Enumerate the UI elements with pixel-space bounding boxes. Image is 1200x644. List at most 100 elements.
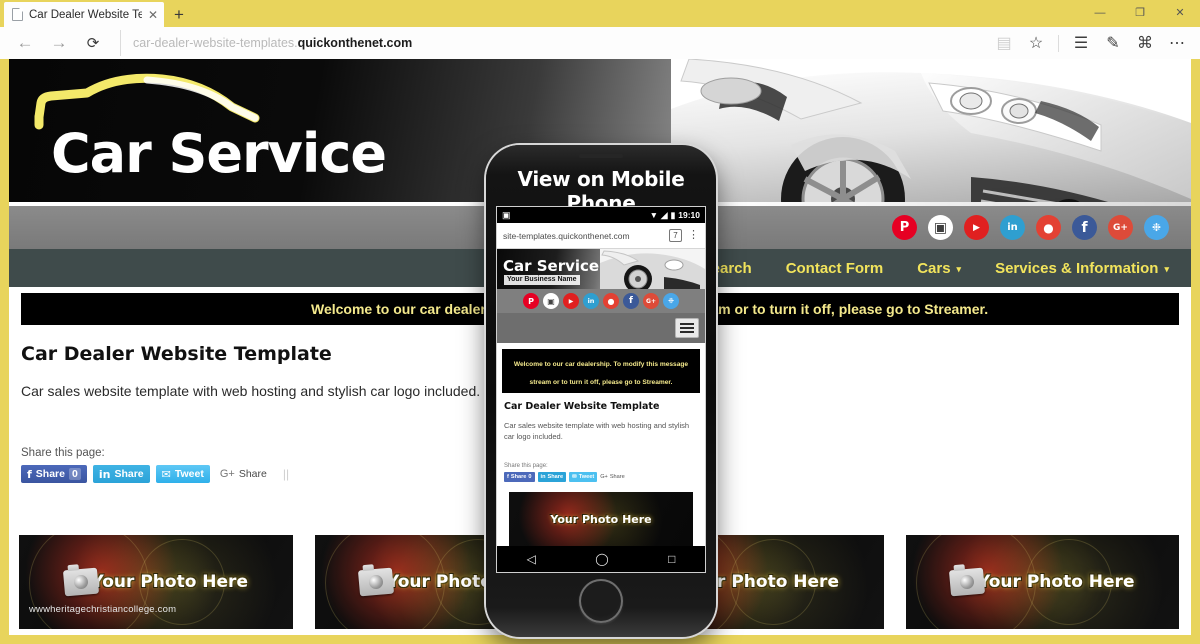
mobile-business-name: Your Business Name: [504, 275, 580, 285]
share-count: 0: [528, 473, 532, 480]
notification-icon: ▣: [502, 209, 511, 220]
back-nav-icon[interactable]: ◁: [527, 553, 536, 565]
twitter-icon: ✉: [161, 467, 171, 481]
favorites-star-icon[interactable]: ☆: [1021, 29, 1051, 57]
googleplus-icon[interactable]: G+: [643, 293, 659, 309]
nav-item-cars[interactable]: Cars ▾: [917, 260, 961, 277]
linkedin-icon[interactable]: in: [583, 293, 599, 309]
mobile-body-text: Car sales website template with web host…: [504, 421, 690, 442]
share-label: Share: [510, 473, 527, 480]
photo-tile[interactable]: Your Photo Here: [905, 535, 1179, 629]
nav-label: Cars: [917, 259, 951, 277]
home-nav-icon[interactable]: ◯: [595, 553, 608, 565]
browser-toolbar: ← → ⟳ car-dealer-website-templates. quick…: [0, 27, 1200, 59]
car-illustration-icon: [671, 59, 1191, 206]
googleplus-icon: G+: [219, 468, 235, 480]
signal-icon: ◢: [661, 209, 668, 220]
browser-window: Car Dealer Website Tem ✕ + — ❐ ✕ ← → ⟳ c…: [0, 0, 1200, 644]
facebook-icon[interactable]: f: [1072, 215, 1097, 240]
photo-tile[interactable]: Your Photo Here wwwheritagechristiancoll…: [19, 535, 293, 629]
more-options-icon[interactable]: ⋯: [1162, 29, 1192, 57]
nav-item-services-information[interactable]: Services & Information ▾: [995, 260, 1169, 277]
close-tab-icon[interactable]: ✕: [148, 9, 158, 21]
toolbar-actions: ▤ ☆ ☰ ✎ ⌘ ⋯: [989, 29, 1192, 57]
site-logo[interactable]: Car Service: [27, 73, 387, 185]
mobile-tile-label: Your Photo Here: [550, 513, 652, 526]
share-label: Share: [547, 473, 564, 480]
map-pin-icon[interactable]: ●: [603, 293, 619, 309]
camera-icon: [948, 567, 986, 597]
phone-home-button[interactable]: [579, 579, 623, 623]
twitter-tweet-button[interactable]: ✉ Tweet: [155, 465, 210, 483]
recents-nav-icon[interactable]: □: [668, 553, 675, 565]
android-status-bar: ▣ ▼ ◢ ▮ 19:10: [497, 207, 705, 223]
browser-tab[interactable]: Car Dealer Website Tem ✕: [4, 2, 164, 27]
linkedin-share-button[interactable]: in Share: [92, 465, 150, 483]
mobile-menu-bar: [497, 313, 705, 343]
page-viewport: Car Service P ▣ ▶ in ● f G+ ❉ Search Con…: [0, 59, 1200, 644]
nav-label: Contact Form: [785, 259, 884, 277]
window-controls: — ❐ ✕: [1080, 0, 1200, 27]
twitter-tweet-button[interactable]: ✉ Tweet: [569, 471, 598, 482]
youtube-icon[interactable]: ▶: [563, 293, 579, 309]
forward-button[interactable]: →: [42, 29, 76, 57]
nav-item-contact-form[interactable]: Contact Form: [786, 260, 884, 277]
share-icon[interactable]: ⌘: [1130, 29, 1160, 57]
address-bar[interactable]: car-dealer-website-templates. quickonthen…: [120, 30, 983, 56]
pinterest-icon[interactable]: P: [523, 293, 539, 309]
tab-count-badge[interactable]: 7: [669, 229, 682, 242]
phone-screen: ▣ ▼ ◢ ▮ 19:10 site-templates.quickonthen…: [496, 206, 706, 573]
new-tab-button[interactable]: +: [164, 6, 194, 27]
camera-icon: [357, 567, 395, 597]
linkedin-icon[interactable]: in: [1000, 215, 1025, 240]
mobile-address-bar[interactable]: site-templates.quickonthenet.com 7 ⋮: [497, 223, 705, 249]
restore-button[interactable]: ❐: [1120, 0, 1160, 27]
page-favicon-icon: [12, 8, 23, 21]
car-illustration-icon: [600, 249, 705, 289]
twitter-icon[interactable]: ❉: [1144, 215, 1169, 240]
linkedin-share-button[interactable]: in Share: [537, 471, 567, 482]
map-pin-icon[interactable]: ●: [1036, 215, 1061, 240]
instagram-icon[interactable]: ▣: [543, 293, 559, 309]
mobile-menu-icon[interactable]: ⋮: [688, 230, 699, 241]
refresh-button[interactable]: ⟳: [76, 29, 110, 57]
share-label: Share: [35, 468, 65, 480]
tile-watermark: wwwheritagechristiancollege.com: [29, 604, 177, 615]
mobile-logo-text: Car Service: [503, 257, 600, 275]
mobile-photo-tile[interactable]: Your Photo Here: [509, 491, 693, 548]
twitter-icon: ✉: [572, 473, 577, 480]
tab-strip: Car Dealer Website Tem ✕ +: [0, 0, 194, 27]
facebook-share-button[interactable]: f Share 0: [504, 471, 535, 482]
minimize-button[interactable]: —: [1080, 0, 1120, 27]
close-window-button[interactable]: ✕: [1160, 0, 1200, 27]
share-label: Share: [114, 468, 144, 480]
facebook-icon[interactable]: f: [623, 293, 639, 309]
mobile-share-label: Share this page:: [504, 462, 548, 469]
hub-icon[interactable]: ☰: [1066, 29, 1096, 57]
googleplus-icon[interactable]: G+: [1108, 215, 1133, 240]
toolbar-divider: [1058, 34, 1059, 52]
googleplus-share-button[interactable]: G+ Share: [600, 474, 625, 480]
url-prefix: car-dealer-website-templates.: [133, 36, 298, 50]
tab-title: Car Dealer Website Tem: [29, 8, 142, 21]
tile-label: Your Photo Here: [91, 572, 248, 592]
instagram-icon[interactable]: ▣: [928, 215, 953, 240]
logo-text: Car Service: [51, 122, 387, 185]
youtube-icon[interactable]: ▶: [964, 215, 989, 240]
googleplus-icon: G+: [600, 473, 608, 480]
pinterest-icon[interactable]: P: [892, 215, 917, 240]
android-nav-bar: ◁ ◯ □: [497, 546, 705, 572]
hamburger-menu-icon[interactable]: [675, 318, 699, 338]
mobile-streamer-banner: Welcome to our car dealership. To modify…: [502, 349, 700, 393]
mobile-streamer-message: Welcome to our car dealership. To modify…: [513, 361, 689, 386]
facebook-share-button[interactable]: f Share 0: [21, 465, 87, 483]
back-button[interactable]: ←: [8, 29, 42, 57]
reading-view-icon[interactable]: ▤: [989, 29, 1019, 57]
web-note-icon[interactable]: ✎: [1098, 29, 1128, 57]
googleplus-share-button[interactable]: G+ Share: [220, 468, 267, 480]
linkedin-icon: in: [98, 467, 111, 481]
mobile-page-title: Car Dealer Website Template: [504, 401, 660, 412]
mobile-phone-mockup: View on Mobile Phone ▣ ▼ ◢ ▮ 19:10 site-…: [486, 145, 716, 637]
mobile-url-text: site-templates.quickonthenet.com: [503, 230, 630, 241]
twitter-icon[interactable]: ❉: [663, 293, 679, 309]
